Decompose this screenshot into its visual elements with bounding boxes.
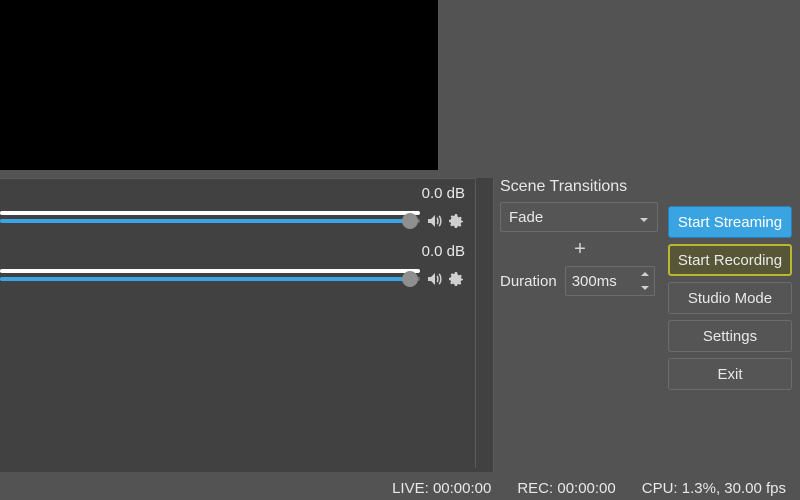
status-live: LIVE: 00:00:00 — [392, 480, 491, 497]
audio-meter — [0, 211, 420, 215]
audio-channel: 0.0 dB — [0, 243, 475, 295]
chevron-down-icon[interactable] — [640, 283, 650, 293]
spin-arrows[interactable] — [640, 269, 650, 293]
add-transition-button[interactable]: + — [574, 239, 586, 259]
audio-db-label: 0.0 dB — [422, 243, 465, 260]
status-cpu: CPU: 1.3%, 30.00 fps — [642, 480, 786, 497]
scene-transitions-panel: Scene Transitions Fade + Duration 300ms — [500, 178, 660, 296]
chevron-up-icon[interactable] — [640, 269, 650, 279]
status-rec: REC: 00:00:00 — [517, 480, 615, 497]
volume-slider-track[interactable] — [0, 219, 406, 223]
transition-select[interactable]: Fade — [500, 202, 658, 232]
start-streaming-button[interactable]: Start Streaming — [668, 206, 792, 238]
status-bar: LIVE: 00:00:00 REC: 00:00:00 CPU: 1.3%, … — [0, 476, 800, 500]
chevron-down-icon — [639, 212, 649, 222]
controls-panel: Start Streaming Start Recording Studio M… — [668, 206, 792, 390]
volume-slider-thumb[interactable] — [402, 213, 418, 229]
duration-spinbox[interactable]: 300ms — [565, 266, 655, 296]
preview-canvas[interactable] — [0, 0, 438, 170]
start-recording-button[interactable]: Start Recording — [668, 244, 792, 276]
audio-mixer-inner: 0.0 dB 0.0 dB — [0, 178, 476, 468]
audio-channel: 0.0 dB — [0, 185, 475, 237]
transition-select-value: Fade — [509, 209, 543, 226]
volume-slider-track[interactable] — [0, 277, 406, 281]
audio-db-label: 0.0 dB — [422, 185, 465, 202]
gear-icon[interactable] — [448, 271, 464, 287]
scene-transitions-title: Scene Transitions — [500, 178, 660, 196]
mixer-scrollbar[interactable] — [476, 178, 493, 472]
duration-label: Duration — [500, 273, 557, 290]
speaker-icon[interactable] — [426, 271, 442, 287]
gear-icon[interactable] — [448, 213, 464, 229]
audio-mixer-panel: 0.0 dB 0.0 dB — [0, 178, 494, 472]
volume-slider-thumb[interactable] — [402, 271, 418, 287]
duration-value: 300ms — [572, 273, 617, 290]
studio-mode-button[interactable]: Studio Mode — [668, 282, 792, 314]
audio-meter — [0, 269, 420, 273]
speaker-icon[interactable] — [426, 213, 442, 229]
exit-button[interactable]: Exit — [668, 358, 792, 390]
settings-button[interactable]: Settings — [668, 320, 792, 352]
